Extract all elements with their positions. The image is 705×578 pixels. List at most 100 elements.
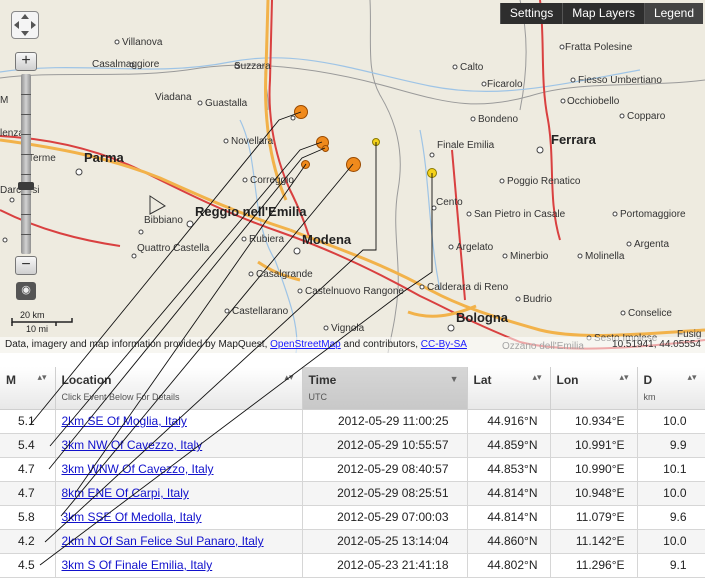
column-label: M xyxy=(6,373,16,387)
column-header-d[interactable]: D ▴▾ km xyxy=(637,367,705,410)
cell-location[interactable]: 3km WNW Of Cavezzo, Italy xyxy=(55,457,303,482)
zoom-slider[interactable] xyxy=(18,74,34,254)
quake-marker[interactable] xyxy=(294,105,308,119)
place-label: Ficarolo xyxy=(487,79,523,90)
place-label: Modena xyxy=(302,232,352,247)
place-label: Castellarano xyxy=(232,306,289,317)
legend-button[interactable]: Legend xyxy=(643,3,703,24)
cell-time: 2012-05-29 11:00:25 xyxy=(302,409,468,434)
column-header-location[interactable]: Location ▴▾ Click Event Below For Details xyxy=(55,367,303,410)
place-label: Conselice xyxy=(628,308,672,319)
table-row[interactable]: 5.8 3km SSE Of Medolla, Italy 2012-05-29 0… xyxy=(0,505,705,530)
cell-m: 4.7 xyxy=(0,457,56,482)
event-link[interactable]: 3km NW Of Cavezzo, Italy xyxy=(62,438,203,452)
place-label: Calto xyxy=(460,62,484,73)
event-link[interactable]: 3km SSE Of Medolla, Italy xyxy=(62,510,202,524)
table-row[interactable]: 4.7 3km WNW Of Cavezzo, Italy 2012-05-29 0… xyxy=(0,457,705,482)
column-label: Lat xyxy=(473,373,492,387)
camera-icon[interactable]: ◉ xyxy=(16,282,36,300)
event-link[interactable]: 2km N Of San Felice Sul Panaro, Italy xyxy=(62,534,264,548)
table-row[interactable]: 4.2 2km N Of San Felice Sul Panaro, Italy… xyxy=(0,529,705,554)
place-label: Rubiera xyxy=(249,234,285,245)
cell-lon: 11.142°E xyxy=(550,529,638,554)
table-header-row: M ▴▾ Location ▴▾ Click Event Below For Detai… xyxy=(0,367,705,410)
place-label: Finale Emilia xyxy=(437,140,495,151)
place-label: Occhiobello xyxy=(567,96,620,107)
place-label: Casalgrande xyxy=(256,269,313,280)
place-label: Novellara xyxy=(231,136,274,147)
quake-marker[interactable] xyxy=(322,145,329,152)
zoom-control: + − xyxy=(15,52,37,278)
quake-marker[interactable] xyxy=(346,157,361,172)
table-row[interactable]: 4.5 3km S Of Finale Emilia, Italy 2012-05-… xyxy=(0,553,705,578)
pan-arrows-icon xyxy=(14,14,36,36)
cell-d: 9.1 xyxy=(637,553,705,578)
cell-location[interactable]: 3km NW Of Cavezzo, Italy xyxy=(55,433,303,458)
place-label: Quattro Castella xyxy=(137,243,210,254)
cell-lon: 10.990°E xyxy=(550,457,638,482)
place-label: Poggio Renatico xyxy=(507,176,581,187)
place-label: Fiesso Umbertiano xyxy=(578,75,662,86)
place-label: Molinella xyxy=(585,251,625,262)
cell-lat: 44.814°N xyxy=(467,505,551,530)
cell-location[interactable]: 2km SE Of Moglia, Italy xyxy=(55,409,303,434)
cell-m: 5.4 xyxy=(0,433,56,458)
zoom-out-button[interactable]: − xyxy=(15,256,37,275)
column-header-lon[interactable]: Lon ▴▾ xyxy=(550,367,638,410)
cell-d: 10.1 xyxy=(637,457,705,482)
event-link[interactable]: 3km S Of Finale Emilia, Italy xyxy=(62,558,213,572)
column-header-time[interactable]: Time ▼ UTC xyxy=(302,367,468,410)
cell-location[interactable]: 2km N Of San Felice Sul Panaro, Italy xyxy=(55,529,303,554)
zoom-in-button[interactable]: + xyxy=(15,52,37,71)
column-header-m[interactable]: M ▴▾ xyxy=(0,367,56,410)
cell-lat: 44.853°N xyxy=(467,457,551,482)
cell-d: 10.0 xyxy=(637,409,705,434)
quake-marker[interactable] xyxy=(372,138,380,146)
cc-by-sa-link[interactable]: CC-By-SA xyxy=(421,339,467,350)
place-label: Villanova xyxy=(122,37,163,48)
event-link[interactable]: 3km WNW Of Cavezzo, Italy xyxy=(62,462,214,476)
table-row[interactable]: 4.7 8km ENE Of Carpi, Italy 2012-05-29 08:… xyxy=(0,481,705,506)
cell-m: 5.1 xyxy=(0,409,56,434)
cursor-coordinates: 10.51941, 44.05554 xyxy=(612,339,701,350)
cell-location[interactable]: 3km SSE Of Medolla, Italy xyxy=(55,505,303,530)
quake-marker[interactable] xyxy=(427,168,437,178)
column-label: Location xyxy=(61,373,112,387)
column-header-lat[interactable]: Lat ▴▾ xyxy=(467,367,551,410)
scale-bar: 20 km 10 mi xyxy=(10,310,80,334)
column-label: Lon xyxy=(556,373,579,387)
scale-mi-label: 10 mi xyxy=(26,324,49,334)
place-label: Bondeno xyxy=(478,114,519,125)
table-row[interactable]: 5.1 2km SE Of Moglia, Italy 2012-05-29 11:… xyxy=(0,409,705,434)
place-label: San Pietro in Casale xyxy=(474,209,566,220)
sort-icon: ▴▾ xyxy=(284,372,294,382)
map-panel[interactable]: Villanova Casalmaggiore Suzzara Calto Fratta… xyxy=(0,0,705,353)
cell-time: 2012-05-23 21:41:18 xyxy=(302,553,468,578)
cell-location[interactable]: 8km ENE Of Carpi, Italy xyxy=(55,481,303,506)
place-label: Casalmaggiore xyxy=(92,59,160,70)
openstreetmap-link[interactable]: OpenStreetMap xyxy=(270,339,341,350)
cell-lon: 10.948°E xyxy=(550,481,638,506)
event-link[interactable]: 2km SE Of Moglia, Italy xyxy=(62,414,187,428)
pan-control[interactable] xyxy=(11,11,39,39)
cell-lon: 10.934°E xyxy=(550,409,638,434)
place-label: Vignola xyxy=(331,323,365,334)
earthquake-table: M ▴▾ Location ▴▾ Click Event Below For Detai… xyxy=(0,367,705,578)
event-link[interactable]: 8km ENE Of Carpi, Italy xyxy=(62,486,189,500)
place-label: Copparo xyxy=(627,111,666,122)
map-layers-button[interactable]: Map Layers xyxy=(562,3,644,24)
cell-d: 10.0 xyxy=(637,481,705,506)
place-label: Ferrara xyxy=(551,132,596,147)
table-row[interactable]: 5.4 3km NW Of Cavezzo, Italy 2012-05-29 10… xyxy=(0,433,705,458)
sort-icon: ▴▾ xyxy=(687,372,697,382)
cell-location[interactable]: 3km S Of Finale Emilia, Italy xyxy=(55,553,303,578)
cell-lon: 11.296°E xyxy=(550,553,638,578)
column-subtitle: Click Event Below For Details xyxy=(61,392,180,402)
settings-button[interactable]: Settings xyxy=(499,3,563,24)
zoom-slider-handle[interactable] xyxy=(18,182,34,190)
quake-marker[interactable] xyxy=(301,160,310,169)
place-label: Parma xyxy=(84,150,124,165)
cell-lat: 44.802°N xyxy=(467,553,551,578)
place-label: Correggio xyxy=(250,175,294,186)
cell-lat: 44.859°N xyxy=(467,433,551,458)
